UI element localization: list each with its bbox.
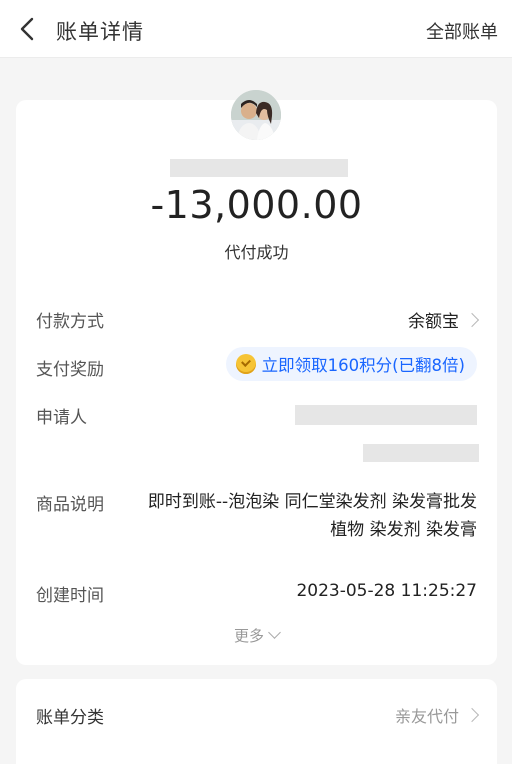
chevron-right-icon bbox=[464, 312, 480, 328]
product-description-value: 即时到账--泡泡染 同仁堂染发剂 染发膏批发植物 染发剂 染发膏 bbox=[147, 492, 477, 540]
back-button[interactable] bbox=[12, 13, 44, 45]
product-description-label: 商品说明 bbox=[36, 495, 104, 515]
bill-amount: -13,000.00 bbox=[150, 183, 363, 227]
redacted-payee-name bbox=[170, 159, 348, 177]
created-time-value: 2023-05-28 11:25:27 bbox=[296, 581, 477, 601]
bill-detail-page: 账单详情 全部账单 -13,000.00 代付成功 付款方式 余额宝 支付奖励 … bbox=[0, 0, 512, 764]
claim-points-button[interactable]: 立即领取160积分(已翻8倍) bbox=[225, 347, 477, 381]
avatar-photo bbox=[231, 90, 281, 140]
payment-method-value[interactable]: 余额宝 bbox=[408, 307, 480, 332]
created-time-label: 创建时间 bbox=[36, 586, 104, 606]
bill-category-card: 账单分类 亲友代付 bbox=[16, 679, 497, 764]
payment-method-text: 余额宝 bbox=[408, 312, 459, 332]
all-bills-link[interactable]: 全部账单 bbox=[426, 18, 498, 44]
payment-method-label: 付款方式 bbox=[36, 312, 104, 332]
avatar[interactable] bbox=[231, 90, 281, 140]
bill-category-label: 账单分类 bbox=[36, 708, 104, 728]
chevron-left-icon bbox=[20, 17, 34, 41]
chevron-down-icon bbox=[268, 626, 281, 639]
claim-points-text: 立即领取160积分(已翻8倍) bbox=[261, 356, 465, 375]
chevron-right-icon bbox=[464, 707, 480, 723]
more-button[interactable]: 更多 bbox=[16, 625, 497, 646]
bill-detail-card: -13,000.00 代付成功 付款方式 余额宝 支付奖励 立即领取160积分(… bbox=[16, 90, 497, 665]
bill-category-value[interactable]: 亲友代付 bbox=[394, 703, 480, 727]
applicant-label: 申请人 bbox=[36, 408, 87, 428]
redacted-applicant-account bbox=[363, 444, 479, 462]
bill-status: 代付成功 bbox=[224, 243, 289, 262]
bill-category-text: 亲友代付 bbox=[394, 707, 459, 726]
reward-label: 支付奖励 bbox=[36, 360, 104, 380]
more-label: 更多 bbox=[233, 627, 264, 645]
page-title: 账单详情 bbox=[56, 20, 144, 44]
top-nav-bar: 账单详情 全部账单 bbox=[0, 0, 512, 58]
points-coin-icon bbox=[235, 354, 256, 374]
redacted-applicant-name bbox=[295, 405, 477, 425]
